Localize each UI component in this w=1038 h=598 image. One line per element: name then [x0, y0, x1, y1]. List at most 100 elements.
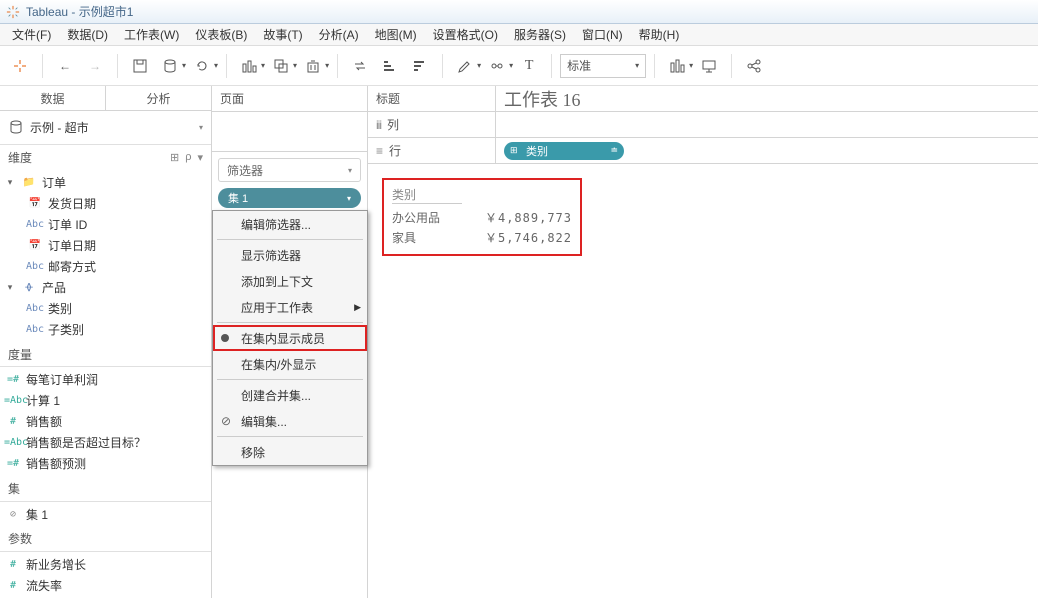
- datasource-caret-icon: ▾: [199, 123, 203, 132]
- worksheet-title[interactable]: 工作表 16: [504, 86, 581, 112]
- menu-bar: 文件(F) 数据(D) 工作表(W) 仪表板(B) 故事(T) 分析(A) 地图…: [0, 24, 1038, 46]
- rows-shelf-label: ≡行: [368, 138, 496, 163]
- rows-shelf[interactable]: ⊞ 类别 ≐: [496, 138, 1038, 163]
- menu-dashboard[interactable]: 仪表板(B): [187, 24, 255, 45]
- forward-button[interactable]: →: [81, 52, 109, 80]
- showme-button[interactable]: [663, 52, 691, 80]
- tab-data[interactable]: 数据: [0, 86, 106, 110]
- share-button[interactable]: [740, 52, 768, 80]
- window-titlebar: Tableau - 示例超市1: [0, 0, 1038, 24]
- table-row[interactable]: 家具￥5,746,822: [392, 228, 572, 248]
- field-ship-date[interactable]: 📅发货日期: [0, 193, 211, 214]
- cm-show-filter[interactable]: 显示筛选器: [213, 242, 367, 268]
- new-datasource-dropdown[interactable]: ▾: [182, 61, 186, 70]
- duplicate-dropdown[interactable]: ▾: [293, 61, 297, 70]
- cm-edit-set[interactable]: ⊘编辑集...: [213, 408, 367, 434]
- pill-context-menu: 编辑筛选器... 显示筛选器 添加到上下文 应用于工作表▶ 在集内显示成员 在集…: [212, 210, 368, 466]
- field-set1[interactable]: ⊘集 1: [0, 504, 211, 525]
- cm-show-in-set[interactable]: 在集内显示成员: [213, 325, 367, 351]
- highlight-button[interactable]: [451, 52, 479, 80]
- field-calc1[interactable]: =Abc计算 1: [0, 390, 211, 411]
- menu-format[interactable]: 设置格式(O): [425, 24, 506, 45]
- cm-add-context[interactable]: 添加到上下文: [213, 268, 367, 294]
- cm-edit-filter[interactable]: 编辑筛选器...: [213, 211, 367, 237]
- refresh-dropdown[interactable]: ▾: [214, 61, 218, 70]
- data-pane: 数据 分析 示例 - 超市 ▾ 维度 ⊞ ρ ▾ ▾📁订单 📅发货日期 Abc订单 …: [0, 86, 212, 598]
- param-new-growth[interactable]: #新业务增长: [0, 554, 211, 575]
- group-button[interactable]: [483, 52, 511, 80]
- expand-icon[interactable]: ⊞: [510, 145, 518, 156]
- menu-help[interactable]: 帮助(H): [631, 24, 688, 45]
- back-button[interactable]: ←: [51, 52, 79, 80]
- menu-worksheet[interactable]: 工作表(W): [116, 24, 187, 45]
- sort-icon[interactable]: ≐: [610, 145, 618, 156]
- cm-apply-ws[interactable]: 应用于工作表▶: [213, 294, 367, 320]
- menu-server[interactable]: 服务器(S): [506, 24, 574, 45]
- menu-caret-icon[interactable]: ▾: [197, 151, 203, 164]
- fit-combo[interactable]: 标准▾: [560, 54, 646, 78]
- cm-create-combined[interactable]: 创建合并集...: [213, 382, 367, 408]
- calc-icon: =Abc: [4, 437, 22, 448]
- refresh-button[interactable]: [188, 52, 216, 80]
- viz-table: 类别 办公用品￥4,889,773 家具￥5,746,822: [382, 178, 582, 256]
- sort-asc-button[interactable]: [376, 52, 404, 80]
- datasource-selector[interactable]: 示例 - 超市 ▾: [0, 111, 211, 144]
- param-trunc[interactable]: #流失率: [0, 575, 211, 596]
- field-order-id[interactable]: Abc订单 ID: [0, 214, 211, 235]
- menu-file[interactable]: 文件(F): [4, 24, 59, 45]
- new-worksheet-button[interactable]: [235, 52, 263, 80]
- menu-story[interactable]: 故事(T): [255, 24, 310, 45]
- new-datasource-button[interactable]: [156, 52, 184, 80]
- swap-button[interactable]: [346, 52, 374, 80]
- save-button[interactable]: [126, 52, 154, 80]
- menu-analysis[interactable]: 分析(A): [311, 24, 367, 45]
- field-subcategory[interactable]: Abc子类别: [0, 319, 211, 340]
- rows-icon: ≡: [376, 144, 383, 158]
- text-icon: Abc: [26, 303, 44, 314]
- highlight-dropdown[interactable]: ▾: [477, 61, 481, 70]
- folder-order[interactable]: ▾📁订单: [0, 172, 211, 193]
- field-ship-mode[interactable]: Abc邮寄方式: [0, 256, 211, 277]
- number-icon: =#: [4, 374, 22, 385]
- tableau-icon[interactable]: [6, 52, 34, 80]
- group-dropdown[interactable]: ▾: [509, 61, 513, 70]
- duplicate-button[interactable]: [267, 52, 295, 80]
- new-worksheet-dropdown[interactable]: ▾: [261, 61, 265, 70]
- tableau-logo-icon: [6, 5, 20, 19]
- field-order-date[interactable]: 📅订单日期: [0, 235, 211, 256]
- menu-window[interactable]: 窗口(N): [574, 24, 631, 45]
- cm-remove[interactable]: 移除: [213, 439, 367, 465]
- cm-show-in-out[interactable]: 在集内/外显示: [213, 351, 367, 377]
- section-sets: 集: [8, 480, 20, 497]
- field-sales-forecast[interactable]: =#销售额预测: [0, 453, 211, 474]
- view-icon[interactable]: ⊞: [170, 151, 179, 164]
- worksheet-pane: 标题 工作表 16 iii列 ≡行 ⊞ 类别 ≐ 类别 办公用品￥4,889,7…: [368, 86, 1038, 598]
- submenu-arrow-icon: ▶: [354, 302, 361, 313]
- number-icon: =#: [4, 458, 22, 469]
- field-profit-per-order[interactable]: =#每笔订单利润: [0, 369, 211, 390]
- table-row[interactable]: 办公用品￥4,889,773: [392, 208, 572, 228]
- showme-dropdown[interactable]: ▾: [689, 61, 693, 70]
- row-pill-category[interactable]: ⊞ 类别 ≐: [504, 142, 624, 160]
- clear-dropdown[interactable]: ▾: [325, 61, 329, 70]
- menu-data[interactable]: 数据(D): [59, 24, 116, 45]
- section-dimensions: 维度: [8, 149, 32, 166]
- presentation-button[interactable]: [695, 52, 723, 80]
- tab-analysis[interactable]: 分析: [106, 86, 211, 110]
- clear-button[interactable]: [299, 52, 327, 80]
- field-sales[interactable]: #销售额: [0, 411, 211, 432]
- menu-map[interactable]: 地图(M): [367, 24, 425, 45]
- filters-shelf[interactable]: 筛选器▾: [218, 158, 361, 182]
- search-icon[interactable]: ρ: [185, 151, 191, 163]
- textlabel-button[interactable]: T: [515, 52, 543, 80]
- date-icon: 📅: [26, 240, 44, 251]
- filter-pill-set1[interactable]: 集 1▾: [218, 188, 361, 208]
- folder-product[interactable]: ▾ᚖ产品: [0, 277, 211, 298]
- table-header: 类别: [392, 186, 462, 204]
- sort-desc-button[interactable]: [406, 52, 434, 80]
- field-category[interactable]: Abc类别: [0, 298, 211, 319]
- field-sales-flag[interactable]: =Abc销售额是否超过目标？: [0, 432, 211, 453]
- columns-shelf[interactable]: [496, 112, 1038, 137]
- datasource-icon: [8, 119, 24, 135]
- date-icon: 📅: [26, 198, 44, 209]
